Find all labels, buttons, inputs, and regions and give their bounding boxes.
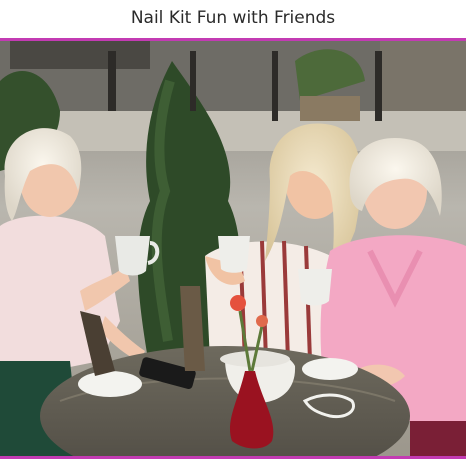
page-title: Nail Kit Fun with Friends: [130, 8, 336, 28]
bottom-divider: [0, 456, 466, 459]
planter: [300, 96, 360, 121]
product-image-frame: Nail Kit Fun with Friends: [0, 0, 466, 466]
title-bar: Nail Kit Fun with Friends: [0, 0, 466, 36]
saucer: [78, 371, 142, 397]
flower: [230, 295, 246, 311]
coffee-cup-middle: [218, 236, 250, 273]
lifestyle-photo: [0, 41, 466, 456]
coffee-cup-right: [298, 269, 332, 306]
plate: [302, 358, 358, 380]
